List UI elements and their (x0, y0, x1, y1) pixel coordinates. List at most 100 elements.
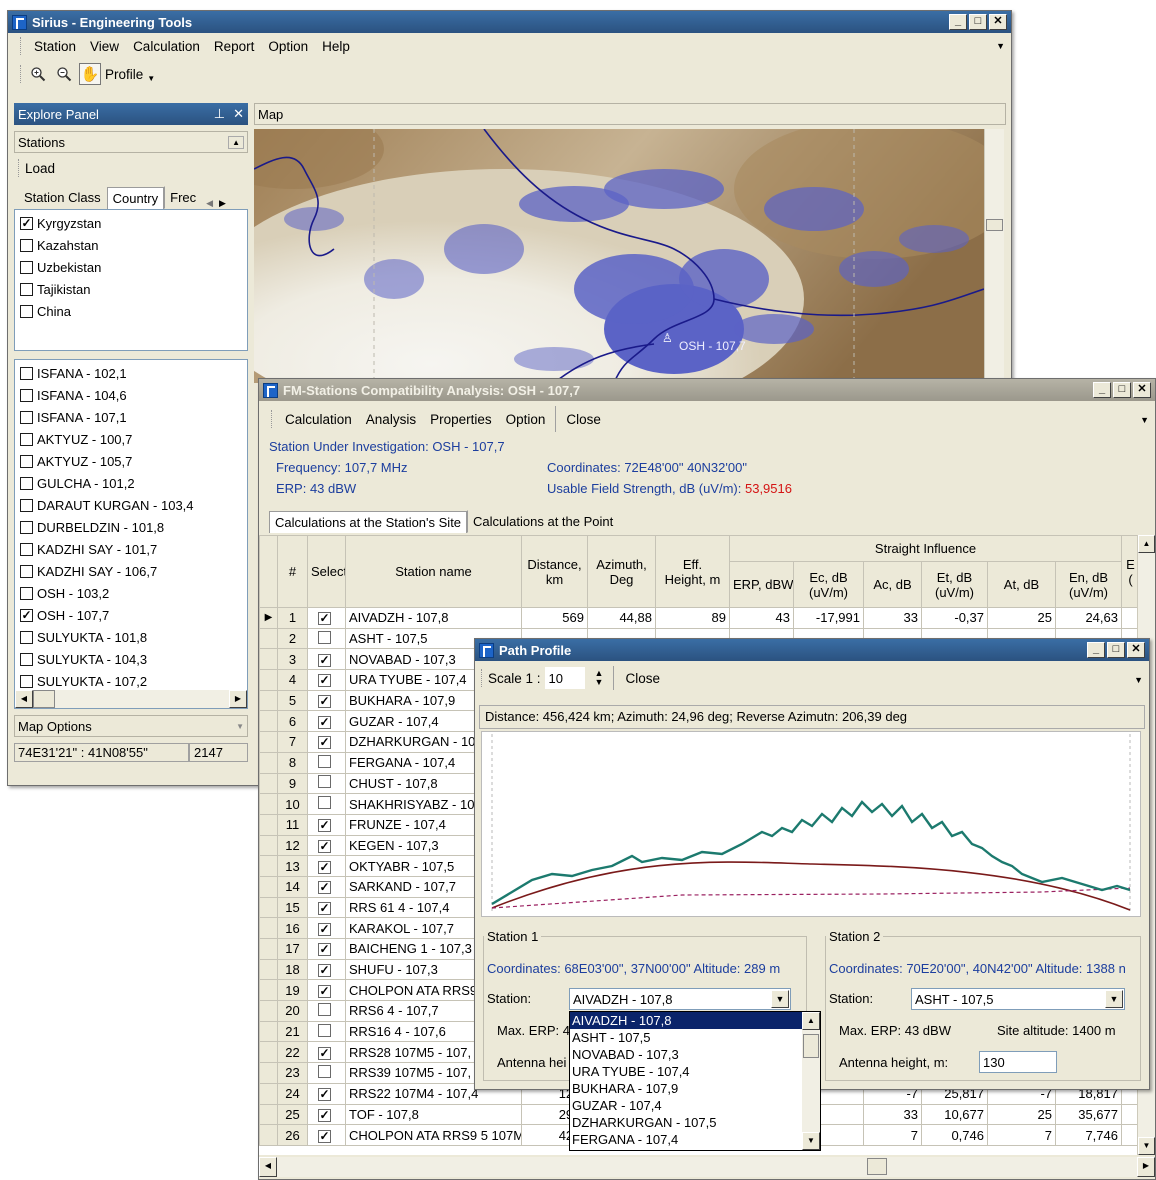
maximize-button[interactable]: □ (969, 14, 987, 30)
grid-scroll-right-icon[interactable]: ▶ (1137, 1157, 1155, 1177)
map-options-header[interactable]: Map Options ▼ (14, 715, 248, 737)
menu-calculation[interactable]: Calculation (126, 36, 207, 57)
fm-menu-analysis[interactable]: Analysis (359, 409, 423, 430)
load-button[interactable]: Load (25, 161, 55, 176)
station1-dropdown-icon[interactable]: ▼ (771, 990, 789, 1008)
menu-station[interactable]: Station (27, 36, 83, 57)
dropdown-item[interactable]: DZHARKURGAN - 107,5 (570, 1114, 802, 1131)
row-select-cell[interactable] (307, 627, 346, 650)
row-select-cell[interactable] (307, 793, 346, 815)
checkbox-icon[interactable] (20, 674, 33, 688)
row-select-cell[interactable]: ✓ (307, 669, 346, 691)
profile-button[interactable]: Profile ▼ (105, 66, 155, 83)
station-item[interactable]: GULCHA - 101,2 (15, 472, 247, 494)
station-item[interactable]: ISFANA - 107,1 (15, 406, 247, 428)
row-select-cell[interactable]: ✓ (307, 896, 346, 919)
grid-header-ec[interactable]: Ec, dB (uV/m) (793, 561, 864, 608)
row-select-cell[interactable]: ✓ (307, 1103, 346, 1126)
tab-calc-station-site[interactable]: Calculations at the Station's Site (269, 511, 468, 533)
row-select-cell[interactable]: ✓ (307, 689, 346, 712)
menu-report[interactable]: Report (207, 36, 262, 57)
station-item[interactable]: KADZHI SAY - 101,7 (15, 538, 247, 560)
station-item[interactable]: SULYUKTA - 107,2 (15, 670, 247, 692)
row-select-cell[interactable] (307, 772, 346, 795)
station-item[interactable]: DURBELDZIN - 101,8 (15, 516, 247, 538)
load-toolbar-grip[interactable] (18, 159, 21, 177)
checkbox-icon[interactable] (318, 796, 331, 810)
hscroll-right-icon[interactable]: ▶ (229, 690, 247, 708)
fm-menu-properties[interactable]: Properties (423, 409, 499, 430)
row-select-cell[interactable]: ✓ (307, 731, 346, 753)
map-canvas[interactable]: ♙ OSH - 107,7 (254, 129, 984, 383)
checkbox-checked-icon[interactable]: ✓ (318, 943, 331, 957)
menubar-grip[interactable] (20, 37, 23, 55)
checkbox-checked-icon[interactable]: ✓ (318, 612, 331, 626)
checkbox-icon[interactable] (20, 260, 33, 274)
checkbox-checked-icon[interactable]: ✓ (318, 964, 331, 978)
station1-select[interactable]: AIVADZH - 107,8 ▼ (569, 988, 791, 1010)
toolbar-grip[interactable] (20, 65, 23, 83)
country-item[interactable]: China (15, 300, 247, 322)
tab-scroll-left-icon[interactable]: ◀ (206, 198, 213, 209)
checkbox-checked-icon[interactable]: ✓ (318, 922, 331, 936)
checkbox-icon[interactable] (20, 388, 33, 402)
grid-hscroll[interactable]: ◀ ▶ (259, 1157, 1155, 1177)
tab-scroll-right-icon[interactable]: ▶ (219, 198, 226, 209)
checkbox-checked-icon[interactable]: ✓ (318, 653, 331, 667)
dropdown-item[interactable]: BUKHARA - 107,9 (570, 1080, 802, 1097)
station-item[interactable]: ISFANA - 104,6 (15, 384, 247, 406)
checkbox-icon[interactable] (318, 1023, 331, 1037)
checkbox-checked-icon[interactable]: ✓ (318, 1088, 331, 1102)
checkbox-icon[interactable] (20, 564, 33, 578)
row-select-cell[interactable]: ✓ (307, 607, 346, 629)
row-select-cell[interactable]: ✓ (307, 917, 346, 939)
collapse-up-icon[interactable]: ▲ (228, 135, 244, 149)
minimize-button[interactable]: _ (949, 14, 967, 30)
fm-maximize-button[interactable]: □ (1113, 382, 1131, 398)
dropdown-item[interactable]: AIVADZH - 107,8 (570, 1012, 802, 1029)
station-item[interactable]: SULYUKTA - 104,3 (15, 648, 247, 670)
checkbox-icon[interactable] (318, 1064, 331, 1078)
grid-header-num[interactable]: # (277, 535, 308, 608)
station-item[interactable]: ✓ OSH - 107,7 (15, 604, 247, 626)
grid-header-distance[interactable]: Distance, km (521, 535, 588, 608)
profile-dropdown-icon[interactable]: ▼ (147, 74, 155, 83)
checkbox-icon[interactable] (20, 630, 33, 644)
menubar-overflow-icon[interactable]: ▼ (996, 41, 1005, 51)
station-item[interactable]: OSH - 103,2 (15, 582, 247, 604)
station2-dropdown-icon[interactable]: ▼ (1105, 990, 1123, 1008)
fm-menu-option[interactable]: Option (499, 409, 553, 430)
zoom-out-icon[interactable] (53, 63, 75, 85)
checkbox-icon[interactable] (20, 542, 33, 556)
fm-menubar-overflow-icon[interactable]: ▼ (1140, 415, 1149, 425)
checkbox-checked-icon[interactable]: ✓ (318, 1108, 331, 1122)
dropdown-scroll-down-icon[interactable]: ▼ (802, 1132, 820, 1150)
menu-help[interactable]: Help (315, 36, 357, 57)
row-select-cell[interactable]: ✓ (307, 938, 346, 960)
checkbox-icon[interactable] (318, 775, 331, 789)
checkbox-icon[interactable] (20, 432, 33, 446)
pp-toolbar-grip[interactable] (481, 669, 484, 687)
map-vscroll-thumb[interactable] (986, 219, 1003, 231)
table-row[interactable]: ▶ 1 ✓ AIVADZH - 107,8 569 44,88 89 43 -17,991 33-… (259, 607, 1139, 629)
checkbox-icon[interactable] (20, 410, 33, 424)
pp-maximize-button[interactable]: □ (1107, 642, 1125, 658)
fm-close-button[interactable]: Close (559, 409, 608, 430)
checkbox-icon[interactable] (20, 476, 33, 490)
stations-section-header[interactable]: Stations ▲ (14, 131, 248, 153)
grid-header-en[interactable]: En, dB (uV/m) (1055, 561, 1122, 608)
checkbox-checked-icon[interactable]: ✓ (318, 736, 331, 750)
row-select-cell[interactable]: ✓ (307, 855, 346, 877)
grid-scroll-down-icon[interactable]: ▼ (1138, 1137, 1155, 1155)
row-select-cell[interactable]: ✓ (307, 875, 346, 898)
fm-menu-calculation[interactable]: Calculation (278, 409, 359, 430)
station-item[interactable]: SULYUKTA - 101,8 (15, 626, 247, 648)
panel-close-icon[interactable]: ✕ (233, 106, 244, 122)
checkbox-checked-icon[interactable]: ✓ (20, 216, 33, 230)
row-select-cell[interactable]: ✓ (307, 710, 346, 733)
station-item[interactable]: DARAUT KURGAN - 103,4 (15, 494, 247, 516)
checkbox-icon[interactable] (20, 366, 33, 380)
station2-select[interactable]: ASHT - 107,5 ▼ (911, 988, 1125, 1010)
pp-close-window-button[interactable]: ✕ (1127, 642, 1145, 658)
dropdown-item[interactable]: URA TYUBE - 107,4 (570, 1063, 802, 1080)
